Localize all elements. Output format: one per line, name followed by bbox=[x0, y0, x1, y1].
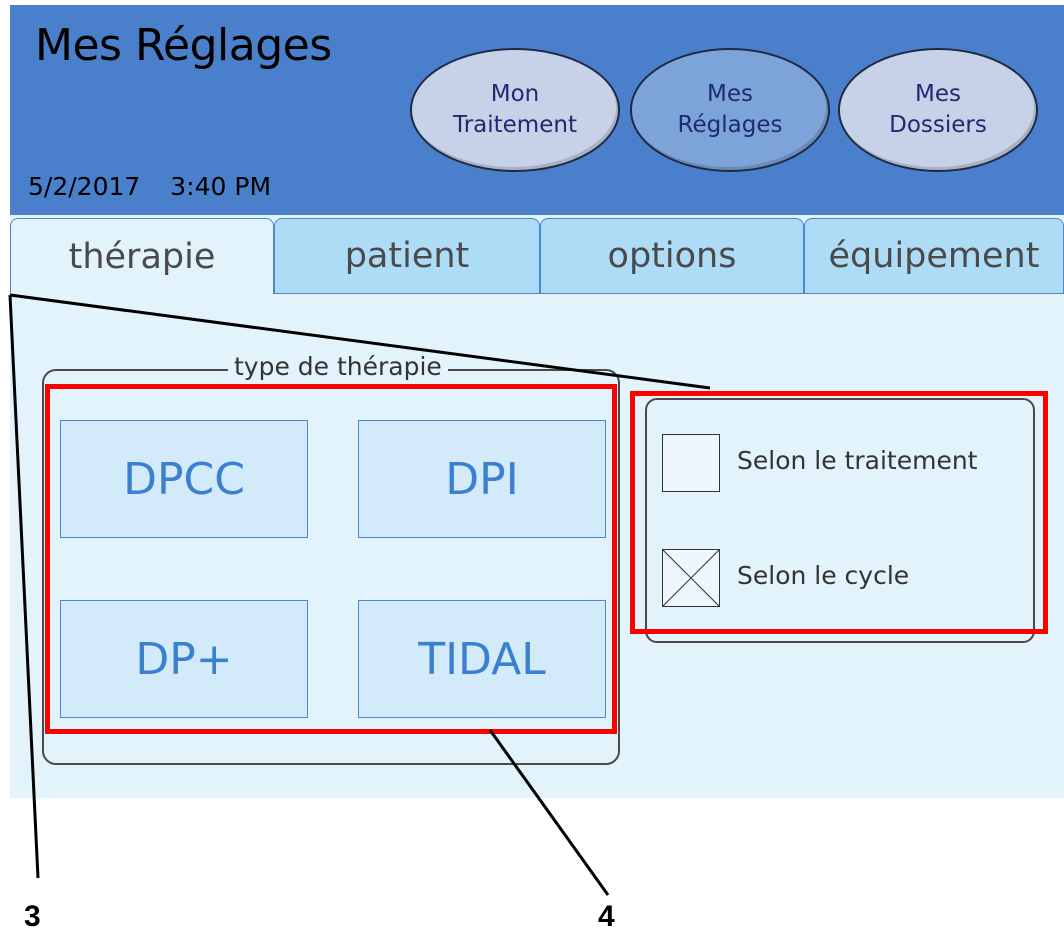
callout-line-3b bbox=[8, 294, 40, 879]
callout-line-3a bbox=[9, 293, 711, 390]
callout-3: 3 bbox=[24, 900, 41, 933]
callout-4: 4 bbox=[598, 900, 615, 933]
callout-lines bbox=[8, 293, 711, 896]
callout-line-4 bbox=[488, 729, 610, 896]
